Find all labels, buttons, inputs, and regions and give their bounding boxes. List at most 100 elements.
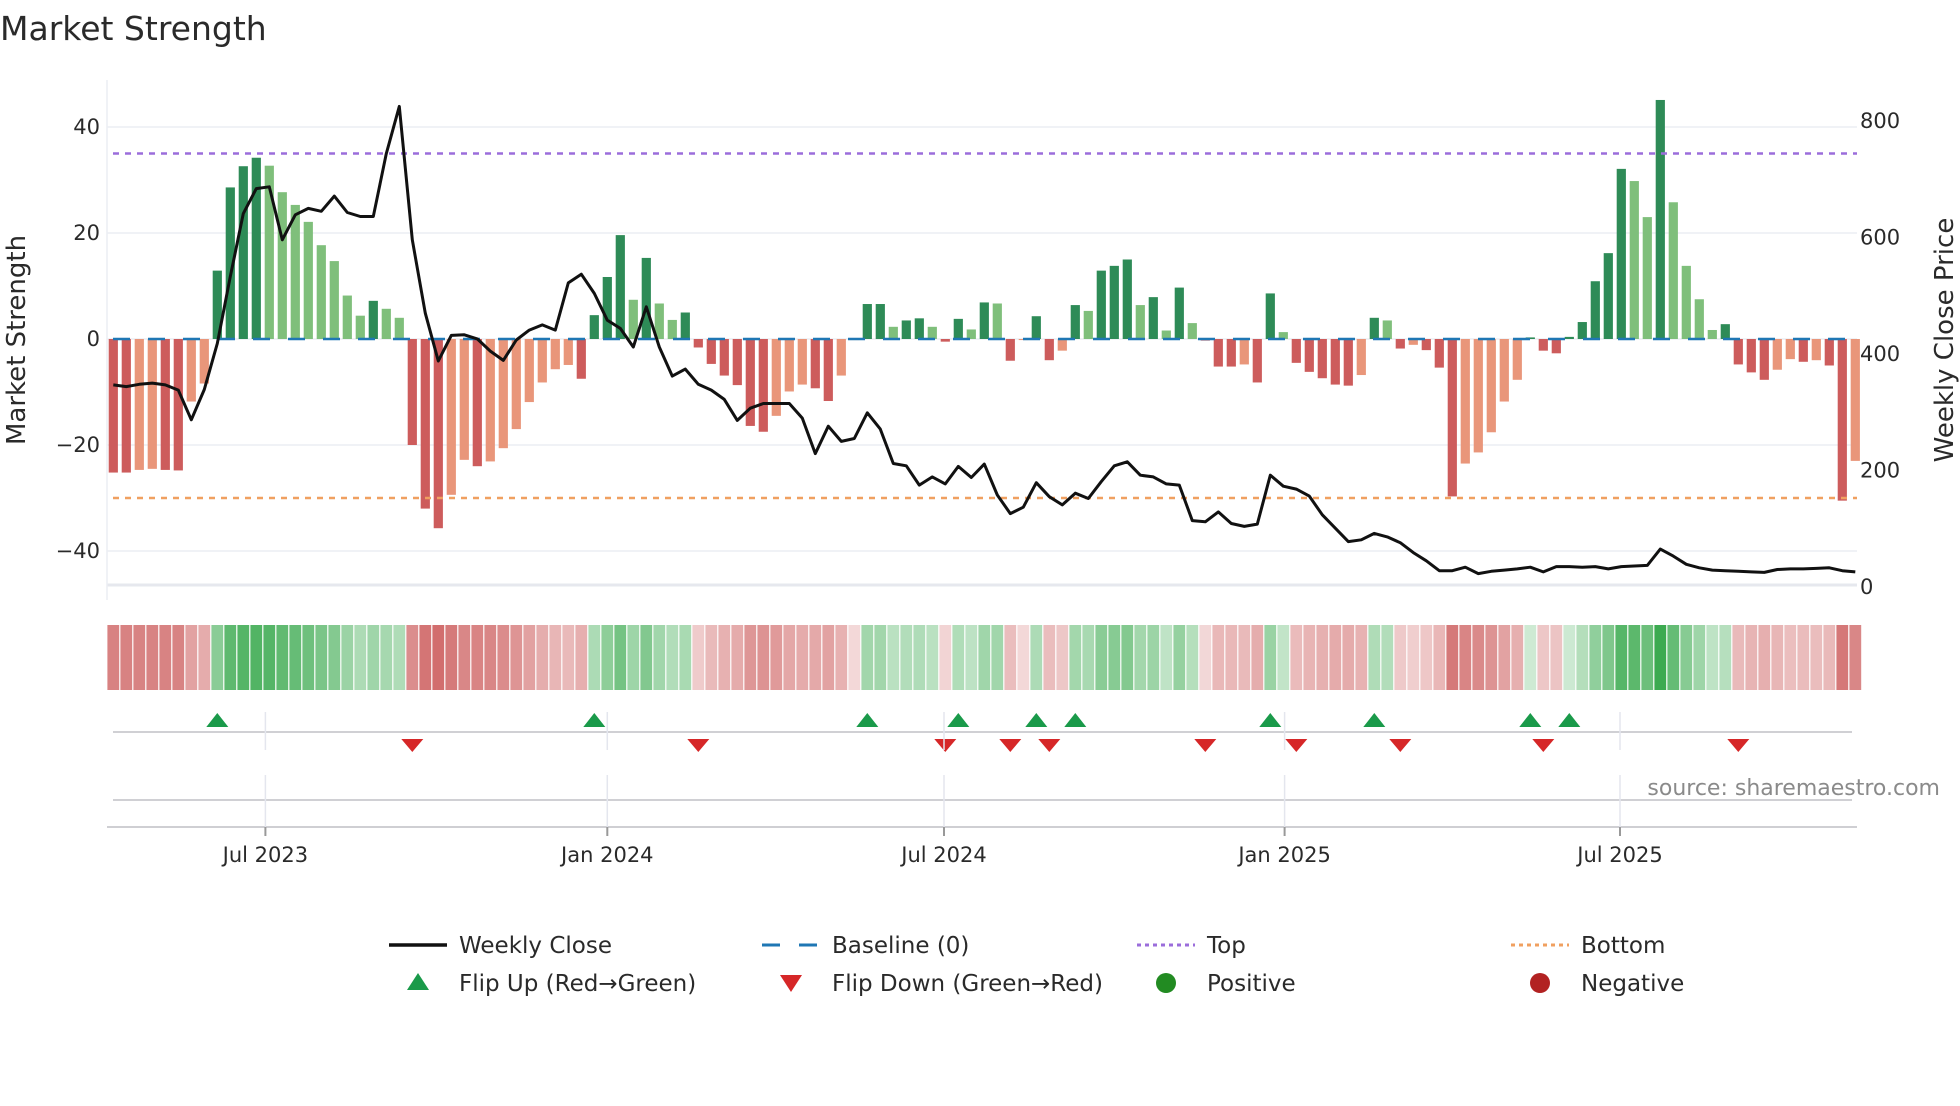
- strength-bar: [1447, 339, 1457, 497]
- heat-cell: [1212, 625, 1225, 690]
- heat-cell: [1160, 625, 1173, 690]
- heat-cell: [419, 625, 432, 690]
- strength-bar: [1642, 217, 1652, 339]
- heat-cell: [822, 625, 835, 690]
- strength-bar: [1265, 293, 1275, 339]
- left-tick-label: −40: [56, 539, 100, 563]
- heat-cell: [1147, 625, 1160, 690]
- strength-bar: [1837, 339, 1847, 501]
- strength-bar: [511, 339, 521, 430]
- strength-bar: [888, 326, 898, 339]
- right-tick-label: 0: [1860, 575, 1873, 599]
- legend-triangle-down-icon: [780, 975, 802, 992]
- strength-bar: [1746, 339, 1756, 373]
- heat-cell: [1082, 625, 1095, 690]
- strength-bar: [108, 339, 118, 473]
- heat-cell: [978, 625, 991, 690]
- market-strength-chart: Market Strength 40200−20−40 800600400200…: [0, 9, 1960, 997]
- heat-cell: [510, 625, 523, 690]
- legend-label: Positive: [1207, 971, 1296, 997]
- heat-cell: [1693, 625, 1706, 690]
- strength-bar: [823, 339, 833, 402]
- strength-bar: [1317, 339, 1327, 379]
- heat-cell: [1251, 625, 1264, 690]
- heat-cell: [926, 625, 939, 690]
- strength-bar: [1070, 305, 1080, 339]
- heat-cell: [1199, 625, 1212, 690]
- strength-bar: [1356, 339, 1366, 376]
- flip-down-marker: [1727, 739, 1750, 752]
- flip-up-marker: [1558, 713, 1581, 727]
- heat-cell: [900, 625, 913, 690]
- strength-bar: [186, 339, 196, 402]
- legend-label: Weekly Close: [459, 933, 612, 959]
- strength-bar: [433, 339, 443, 529]
- heat-cell: [1095, 625, 1108, 690]
- heat-cell: [250, 625, 263, 690]
- heat-cell: [588, 625, 601, 690]
- heat-cell: [1056, 625, 1069, 690]
- strength-bar: [1057, 339, 1067, 351]
- strength-bar: [485, 339, 495, 462]
- strength-bar: [1681, 265, 1691, 339]
- heat-cell: [1485, 625, 1498, 690]
- strength-bar: [472, 339, 482, 467]
- heat-cell: [380, 625, 393, 690]
- strength-bar: [1850, 339, 1860, 461]
- heat-cell: [1836, 625, 1849, 690]
- heat-cell: [484, 625, 497, 690]
- heat-cell: [224, 625, 237, 690]
- strength-bar: [1616, 168, 1626, 339]
- heat-cell: [952, 625, 965, 690]
- heat-cell: [1277, 625, 1290, 690]
- heat-cell: [445, 625, 458, 690]
- strength-bar: [134, 339, 144, 470]
- heat-cell: [1407, 625, 1420, 690]
- right-axis-title: Weekly Close Price: [1930, 218, 1960, 463]
- strength-bar: [550, 339, 560, 370]
- strength-bar: [875, 304, 885, 339]
- x-tick-label: Jul 2023: [221, 843, 308, 867]
- heat-cell: [1303, 625, 1316, 690]
- strength-bar: [1694, 299, 1704, 339]
- heat-cell: [874, 625, 887, 690]
- strength-bar: [1161, 330, 1171, 339]
- strength-bar: [1655, 99, 1665, 339]
- right-tick-label: 400: [1860, 342, 1900, 366]
- strength-bar: [1629, 181, 1639, 339]
- strength-bar: [420, 339, 430, 509]
- heat-cell: [1186, 625, 1199, 690]
- flip-down-marker: [934, 739, 957, 752]
- heat-cell: [1758, 625, 1771, 690]
- flip-down-marker: [1194, 739, 1217, 752]
- heat-cell: [367, 625, 380, 690]
- strength-bar: [1187, 323, 1197, 339]
- heat-cell: [731, 625, 744, 690]
- heat-cell: [1498, 625, 1511, 690]
- legend-negative-dot-icon: [1530, 973, 1550, 993]
- heat-cell: [1043, 625, 1056, 690]
- heat-cell: [1576, 625, 1589, 690]
- heat-cell: [627, 625, 640, 690]
- heat-cell: [1290, 625, 1303, 690]
- strength-bar: [355, 315, 365, 339]
- heat-cell: [887, 625, 900, 690]
- strength-bar: [1252, 339, 1262, 383]
- legend-label: Top: [1206, 933, 1246, 959]
- strength-bar: [693, 339, 703, 348]
- strength-bar: [1577, 322, 1587, 339]
- strength-bar: [1720, 324, 1730, 339]
- heat-cell: [1446, 625, 1459, 690]
- left-tick-label: 20: [73, 221, 100, 245]
- flip-down-marker: [1038, 739, 1061, 752]
- flip-up-marker: [856, 713, 879, 727]
- strength-bar: [1460, 339, 1470, 464]
- strength-bar: [1512, 339, 1522, 380]
- heat-cell: [302, 625, 315, 690]
- heat-cell: [328, 625, 341, 690]
- heat-cell: [1394, 625, 1407, 690]
- flip-down-marker: [1389, 739, 1412, 752]
- heat-cell: [1810, 625, 1823, 690]
- heat-cell: [809, 625, 822, 690]
- heat-cell: [289, 625, 302, 690]
